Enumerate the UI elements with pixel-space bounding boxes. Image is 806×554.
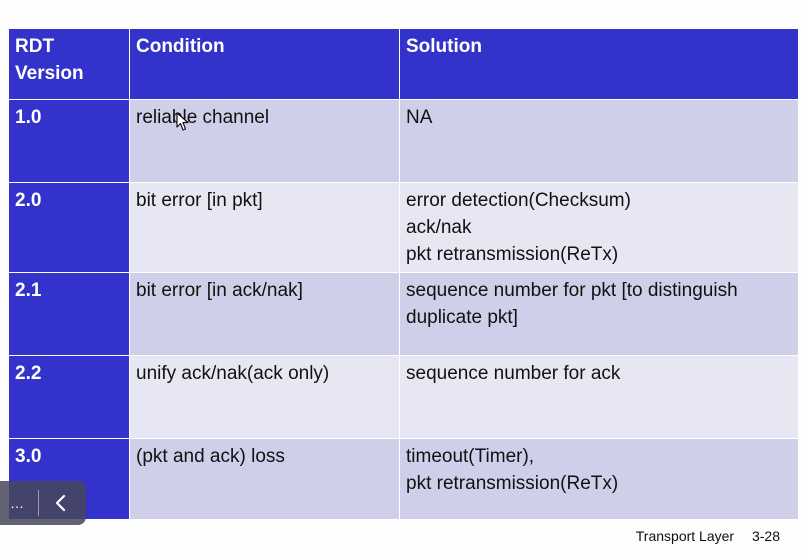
solution-line: ack/nak <box>406 217 472 238</box>
slide-footer: Transport Layer 3-28 <box>636 528 780 544</box>
solution-line: sequence number for pkt [to distinguish <box>406 280 738 301</box>
presentation-nav-widget[interactable]: … <box>0 481 86 525</box>
condition-cell: bit error [in ack/nak] <box>129 272 400 356</box>
menu-text: … <box>10 495 24 511</box>
version-cell: 1.0 <box>8 99 130 183</box>
version-cell: 2.2 <box>8 355 130 439</box>
condition-cell: bit error [in pkt] <box>129 182 400 273</box>
solution-line: error detection(Checksum) <box>406 190 631 211</box>
solution-line: NA <box>406 107 433 128</box>
solution-cell: sequence number for ack <box>399 355 799 439</box>
header-text: Condition <box>136 36 225 57</box>
rdt-table: RDT Version Condition Solution 1.0 relia… <box>8 28 799 520</box>
mouse-pointer-icon <box>176 112 189 131</box>
table-row: 2.2 unify ack/nak(ack only) sequence num… <box>8 355 799 439</box>
header-text: Version <box>15 63 84 84</box>
table-row: 1.0 reliable channel NA <box>8 99 799 183</box>
nav-divider <box>38 490 39 516</box>
solution-line: timeout(Timer), <box>406 446 535 467</box>
solution-cell: NA <box>399 99 799 183</box>
table-row: 2.1 bit error [in ack/nak] sequence numb… <box>8 272 799 356</box>
footer-section: Transport Layer <box>635 528 735 544</box>
table-header-row: RDT Version Condition Solution <box>8 28 799 100</box>
version-cell: 2.0 <box>8 182 130 273</box>
condition-cell: unify ack/nak(ack only) <box>129 355 400 439</box>
version-cell: 2.1 <box>8 272 130 356</box>
header-condition: Condition <box>129 28 400 100</box>
condition-cell: reliable channel <box>129 99 400 183</box>
solution-line: sequence number for ack <box>406 363 621 384</box>
header-text: Solution <box>406 36 482 57</box>
table-row: 2.0 bit error [in pkt] error detection(C… <box>8 182 799 273</box>
solution-cell: sequence number for pkt [to distinguish … <box>399 272 799 356</box>
previous-slide-button[interactable] <box>43 481 79 525</box>
solution-line: duplicate pkt] <box>406 307 518 328</box>
header-text: RDT <box>15 36 55 57</box>
page-number: 3-28 <box>751 528 780 544</box>
solution-line: pkt retransmission(ReTx) <box>406 244 619 265</box>
header-solution: Solution <box>399 28 799 100</box>
solution-line: pkt retransmission(ReTx) <box>406 473 619 494</box>
solution-cell: timeout(Timer), pkt retransmission(ReTx) <box>399 438 799 520</box>
chevron-left-icon <box>55 494 66 512</box>
slide: RDT Version Condition Solution 1.0 relia… <box>0 0 806 554</box>
table-row: 3.0 (pkt and ack) loss timeout(Timer), p… <box>8 438 799 520</box>
condition-cell: (pkt and ack) loss <box>129 438 400 520</box>
solution-cell: error detection(Checksum) ack/nak pkt re… <box>399 182 799 273</box>
ellipsis-menu-icon[interactable]: … <box>0 481 34 525</box>
header-rdt-version: RDT Version <box>8 28 130 100</box>
